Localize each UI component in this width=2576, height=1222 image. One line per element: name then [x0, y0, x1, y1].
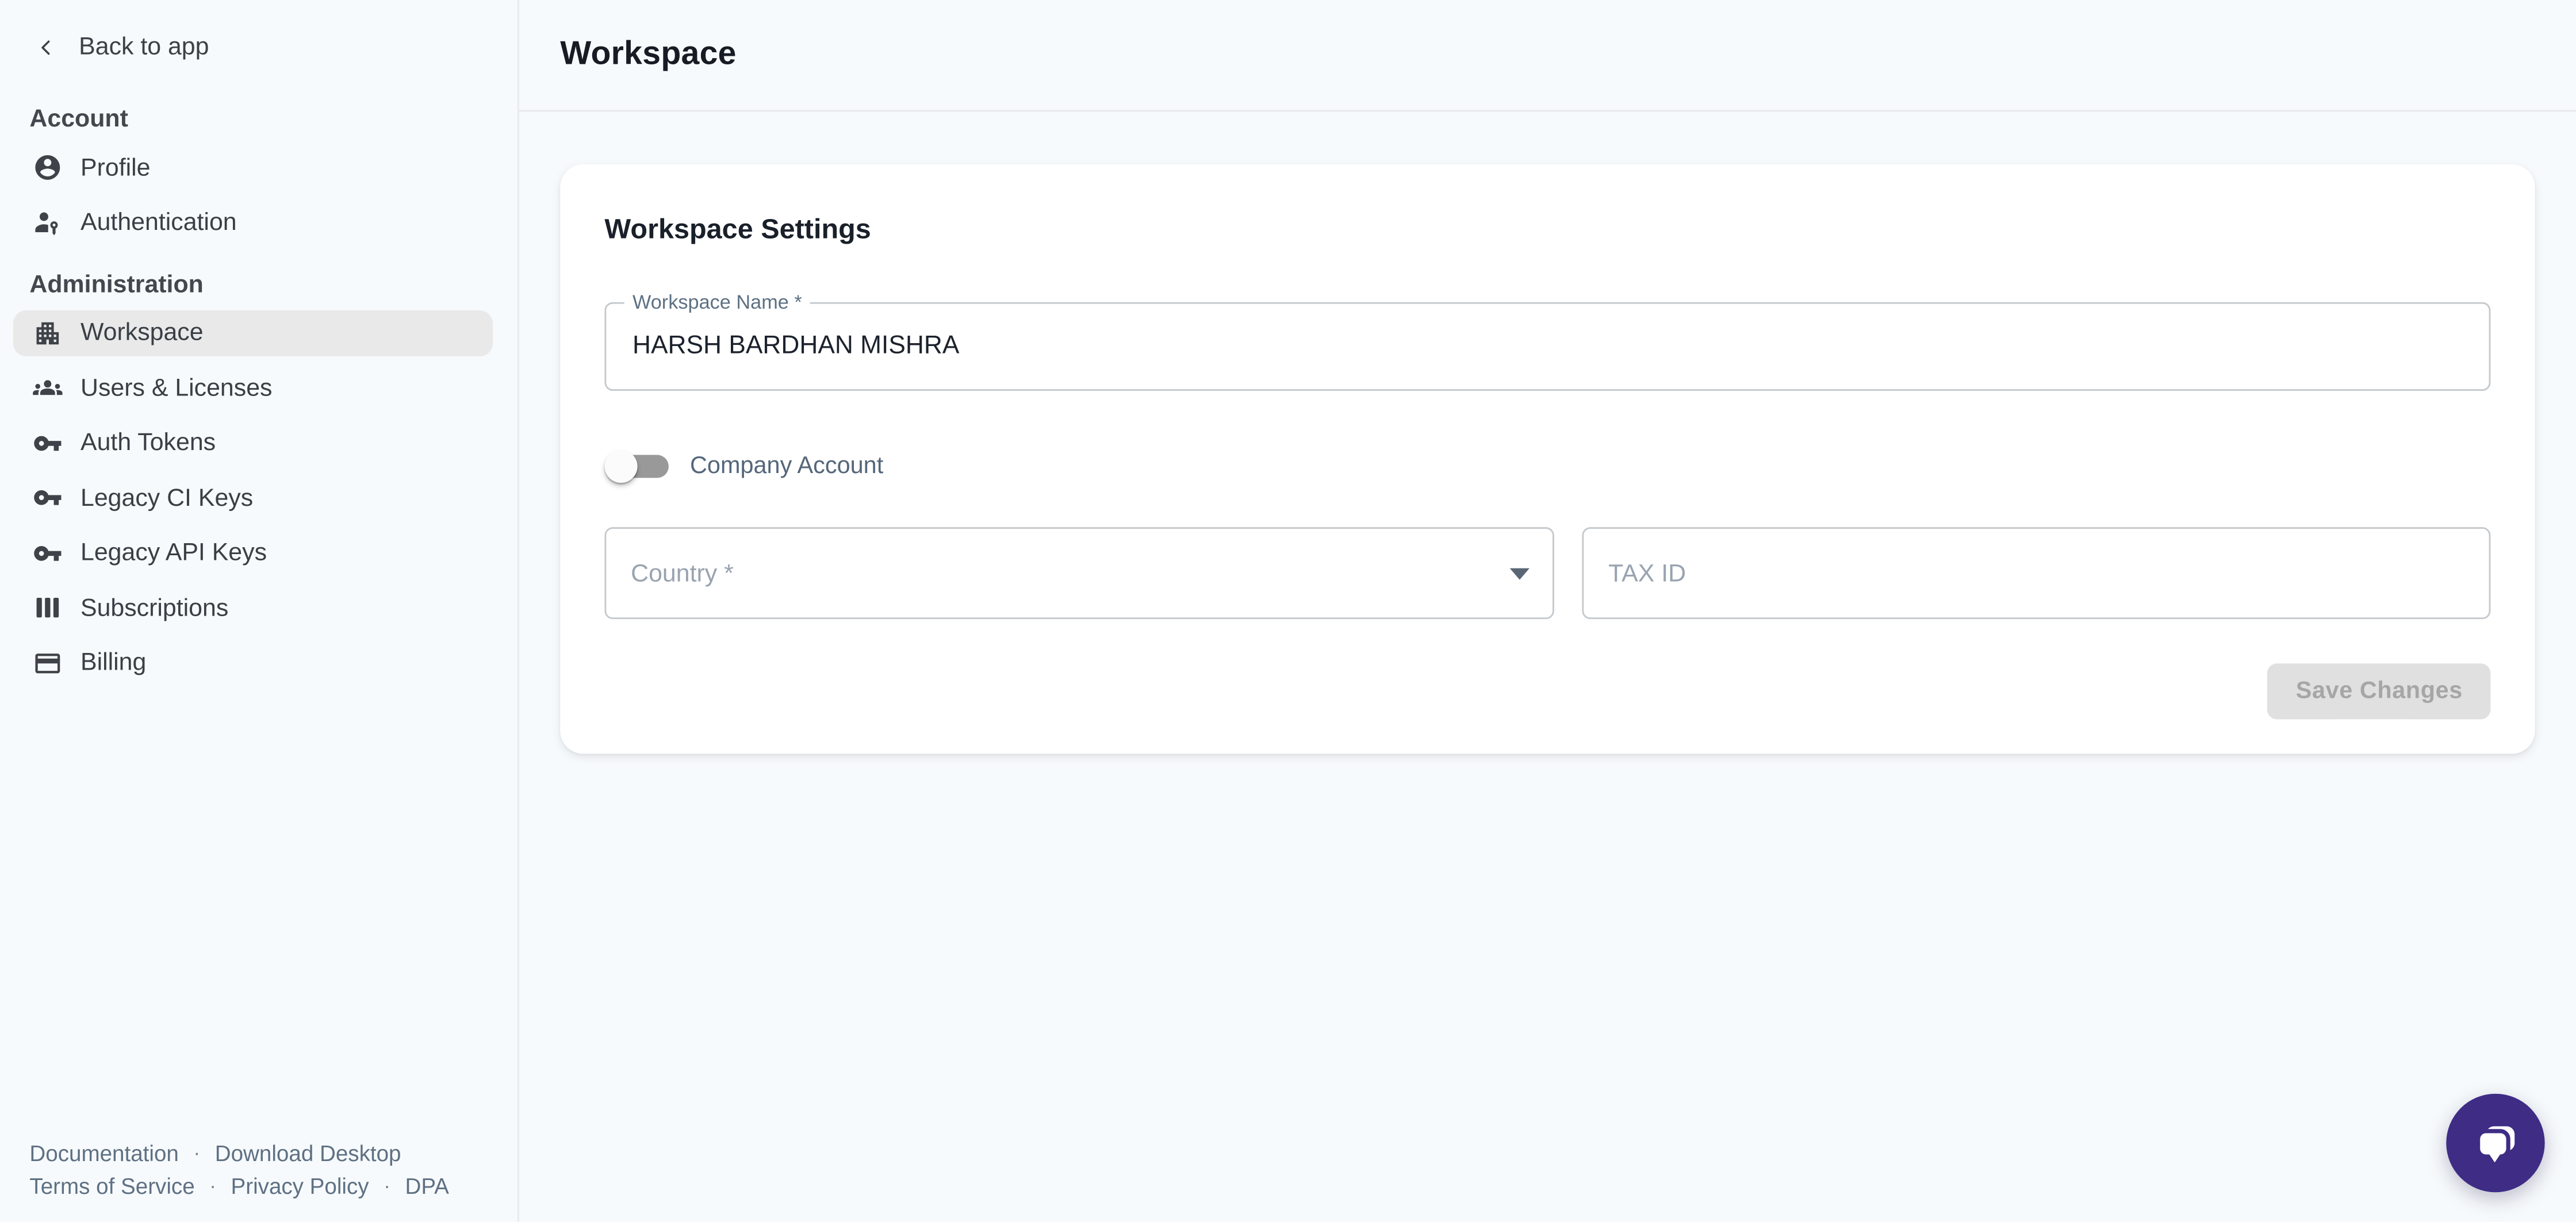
card-title: Workspace Settings [604, 213, 2490, 244]
footer-separator: · [194, 1138, 200, 1170]
app-window: Back to app Account Profile Authenticati… [0, 0, 2576, 1222]
account-nav: Profile Authentication [0, 144, 518, 245]
sidebar-item-label: Auth Tokens [80, 429, 216, 457]
groups-icon [33, 373, 62, 402]
dpa-link[interactable]: DPA [405, 1170, 448, 1202]
back-to-app-label: Back to app [79, 33, 209, 61]
sidebar-footer: Documentation · Download Desktop Terms o… [29, 1138, 449, 1202]
content-area: Workspace Settings Workspace Name * Comp… [519, 112, 2576, 754]
building-icon [33, 318, 62, 347]
columns-icon [33, 593, 62, 622]
country-select-label: Country * [631, 559, 734, 587]
chat-beacon-button[interactable] [2446, 1094, 2544, 1192]
card-actions: Save Changes [604, 663, 2490, 719]
terms-of-service-link[interactable]: Terms of Service [29, 1170, 194, 1202]
back-to-app-button[interactable]: Back to app [34, 33, 209, 61]
chevron-left-icon [34, 35, 57, 58]
sidebar-item-auth-tokens[interactable]: Auth Tokens [13, 420, 493, 466]
footer-separator: · [209, 1170, 216, 1202]
main-content: Workspace Workspace Settings Workspace N… [519, 0, 2576, 1222]
key-icon [33, 428, 62, 457]
page-header: Workspace [519, 0, 2576, 112]
sidebar-item-legacy-api-keys[interactable]: Legacy API Keys [13, 529, 493, 575]
key-icon [33, 483, 62, 512]
sidebar-item-profile[interactable]: Profile [13, 144, 493, 190]
sidebar-item-workspace[interactable]: Workspace [13, 310, 493, 356]
workspace-name-input[interactable] [606, 332, 2489, 361]
dropdown-arrow-icon [1510, 568, 1529, 580]
sidebar-item-label: Billing [80, 649, 146, 677]
sidebar-item-legacy-ci-keys[interactable]: Legacy CI Keys [13, 475, 493, 521]
workspace-name-label: Workspace Name * [624, 293, 810, 314]
person-key-icon [33, 207, 62, 237]
company-account-row: Company Account [604, 435, 2490, 498]
country-tax-row: Country * [604, 527, 2490, 619]
footer-separator: · [384, 1170, 390, 1202]
sidebar-item-label: Legacy CI Keys [80, 483, 253, 512]
section-title-account: Account [29, 105, 488, 133]
documentation-link[interactable]: Documentation [29, 1138, 178, 1170]
save-changes-button[interactable]: Save Changes [2268, 663, 2490, 719]
account-circle-icon [33, 153, 62, 182]
download-desktop-link[interactable]: Download Desktop [215, 1138, 401, 1170]
country-select[interactable]: Country * [604, 527, 1554, 619]
page-title: Workspace [560, 36, 736, 74]
administration-nav: Workspace Users & Licenses Auth Tokens L… [0, 310, 518, 686]
sidebar-item-label: Authentication [80, 209, 237, 237]
company-account-label: Company Account [690, 454, 883, 480]
sidebar-item-billing[interactable]: Billing [13, 640, 493, 686]
sidebar-item-label: Workspace [80, 318, 204, 347]
sidebar-item-authentication[interactable]: Authentication [13, 199, 493, 245]
privacy-policy-link[interactable]: Privacy Policy [231, 1170, 369, 1202]
workspace-settings-card: Workspace Settings Workspace Name * Comp… [560, 164, 2535, 754]
sidebar-item-label: Users & Licenses [80, 374, 272, 402]
sidebar-item-users-licenses[interactable]: Users & Licenses [13, 364, 493, 410]
section-title-administration: Administration [29, 270, 488, 298]
sidebar: Back to app Account Profile Authenticati… [0, 0, 519, 1222]
sidebar-item-label: Legacy API Keys [80, 539, 267, 567]
sidebar-item-label: Subscriptions [80, 594, 228, 622]
sidebar-item-label: Profile [80, 153, 151, 182]
tax-id-input[interactable] [1582, 527, 2490, 619]
key-icon [33, 538, 62, 567]
workspace-name-field: Workspace Name * [604, 302, 2490, 391]
company-account-toggle[interactable] [604, 435, 672, 498]
toggle-thumb [604, 450, 637, 483]
credit-card-icon [33, 648, 62, 677]
chat-icon [2470, 1117, 2521, 1169]
sidebar-item-subscriptions[interactable]: Subscriptions [13, 585, 493, 631]
